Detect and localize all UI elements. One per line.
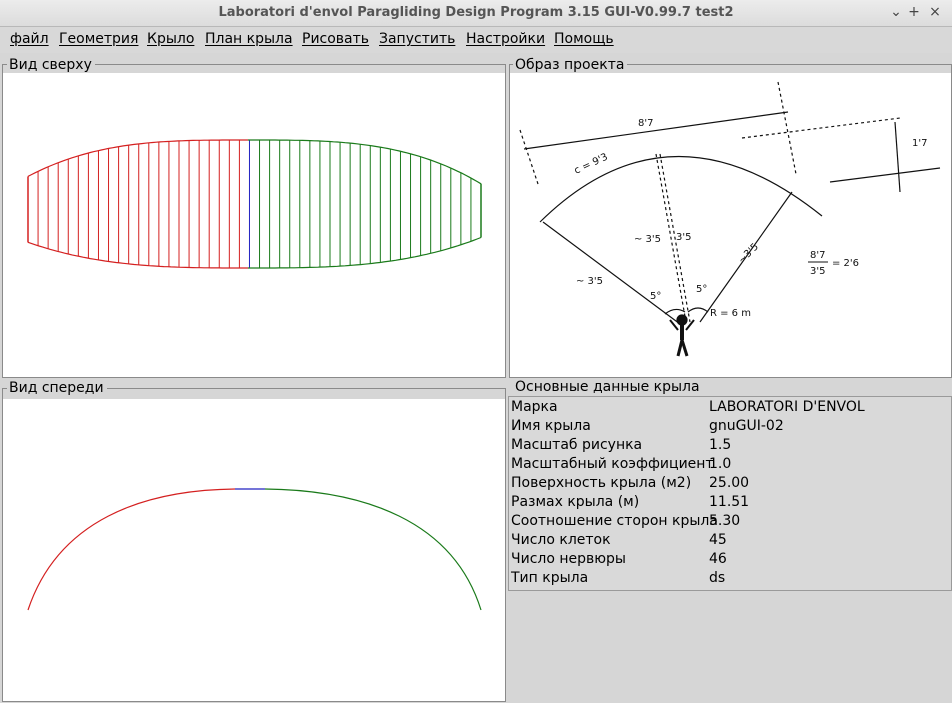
wing-data-key: Число клеток <box>511 532 611 548</box>
wing-data-key: Размах крыла (м) <box>511 494 640 510</box>
wing-data-key: Имя крыла <box>511 418 591 434</box>
sketch-top-dim: 8'7 <box>638 118 653 129</box>
project-sketch: 8'7 1'7 c = 9'3 ~ 3'5 ~3'5 ~ 3'5 3'5 5° … <box>519 81 941 357</box>
sketch-angle-left: 5° <box>650 291 661 302</box>
wing-data-key: Число нервюры <box>511 551 626 567</box>
sketch-radius: R = 6 m <box>710 308 751 319</box>
project-image-label: Образ проекта <box>513 57 628 73</box>
wing-data-value: 46 <box>709 551 727 567</box>
wing-data-value: ds <box>709 570 726 586</box>
maximize-icon[interactable]: + <box>905 2 923 22</box>
menu-geometry[interactable]: Геометрия <box>59 31 138 47</box>
front-view-right-curve <box>264 488 482 611</box>
menu-bar: файл Геометрия Крыло План крыла Рисовать… <box>0 27 952 53</box>
sketch-right-dim: 1'7 <box>912 138 927 149</box>
sketch-angle-right: 5° <box>696 284 707 295</box>
top-view-canvas[interactable] <box>3 74 505 376</box>
right-trail-edge <box>248 236 482 269</box>
close-icon[interactable]: × <box>926 2 944 22</box>
wing-data-value: 25.00 <box>709 475 750 491</box>
wing-data-key: Марка <box>511 399 558 415</box>
left-lead-edge <box>27 139 248 177</box>
wing-data-key: Масштабный коэффициент <box>511 456 714 472</box>
wing-data-grid: Марка LABORATORI D'ENVOL Имя крыла gnuGUI-0… <box>508 396 952 591</box>
menu-run[interactable]: Запустить <box>379 31 455 47</box>
menu-draw[interactable]: Рисовать <box>302 31 369 47</box>
front-view-label: Вид спереди <box>7 380 107 396</box>
sketch-line-left: ~ 3'5 <box>576 276 603 287</box>
menu-file[interactable]: файл <box>10 31 49 47</box>
menu-wing-plan[interactable]: План крыла <box>205 31 293 47</box>
wing-data-value: LABORATORI D'ENVOL <box>709 399 865 415</box>
minimize-icon[interactable]: ⌄ <box>887 2 905 22</box>
sketch-ratio-eq: = 2'6 <box>832 258 859 269</box>
wing-data-value: 45 <box>709 532 727 548</box>
sketch-center-left: ~ 3'5 <box>634 234 661 245</box>
wing-data-value: gnuGUI-02 <box>709 418 784 434</box>
wing-data-key: Тип крыла <box>511 570 589 586</box>
sketch-arc-len: c = 9'3 <box>573 152 610 177</box>
wing-data-value: 1.0 <box>709 456 732 472</box>
wing-data-key: Масштаб рисунка <box>511 437 643 453</box>
sketch-ratio-num: 8'7 <box>810 250 825 261</box>
front-view-left-curve <box>27 488 236 611</box>
left-trail-edge <box>27 241 248 269</box>
wing-data-value: 11.51 <box>709 494 750 510</box>
menu-wing[interactable]: Крыло <box>147 31 194 47</box>
sketch-center-right: 3'5 <box>676 232 691 243</box>
menu-help[interactable]: Помощь <box>554 31 614 47</box>
wing-data-key: Соотношение сторон крыла <box>511 513 718 529</box>
sketch-ratio-den: 3'5 <box>810 266 825 277</box>
front-view-canvas[interactable] <box>3 400 505 700</box>
wing-data-label: Основные данные крыла <box>513 379 703 395</box>
top-view-label: Вид сверху <box>7 57 95 73</box>
menu-settings[interactable]: Настройки <box>466 31 545 47</box>
wing-data-value: 1.5 <box>709 437 732 453</box>
right-lead-edge <box>248 139 482 185</box>
window-title: Laboratori d'envol Paragliding Design Pr… <box>218 5 734 20</box>
window-titlebar: Laboratori d'envol Paragliding Design Pr… <box>0 0 952 27</box>
wing-data-key: Поверхность крыла (м2) <box>511 475 692 491</box>
wing-data-value: 5.30 <box>709 513 741 529</box>
sketch-line-right: ~3'5 <box>736 241 761 266</box>
